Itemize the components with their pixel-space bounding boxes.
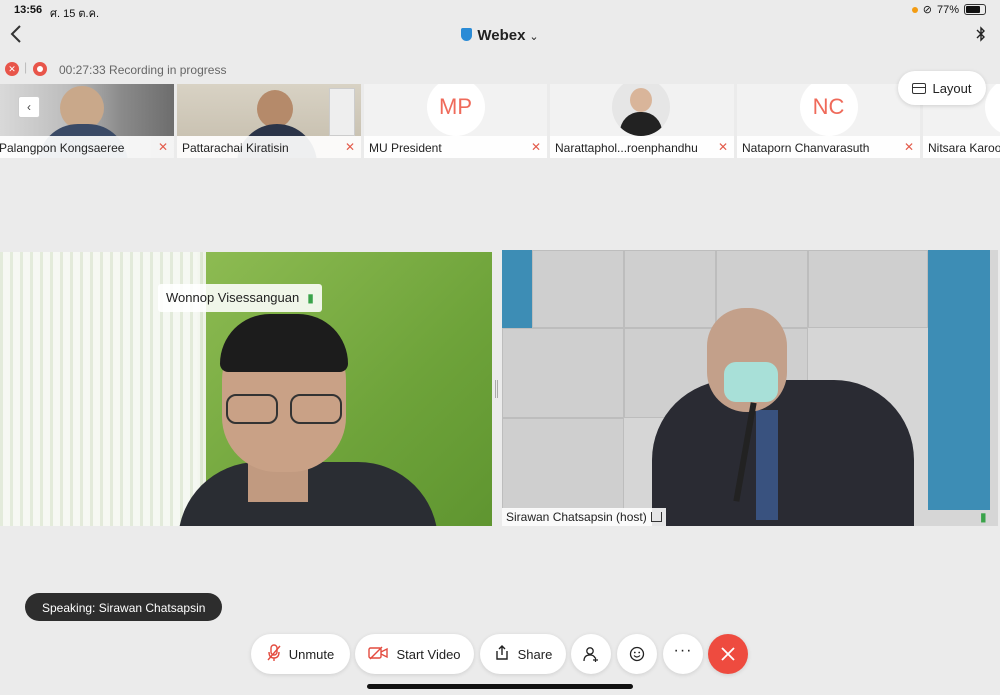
chevron-down-icon: ⌄ [529,31,539,43]
participant-name: Nitsara Karoo [923,136,1000,158]
wall-panel [502,418,624,510]
layout-label: Layout [932,80,972,96]
mic-active-icon: ▮ [980,510,987,524]
participant-name: Nataporn Chanvarasuth [737,136,920,158]
previous-page-button[interactable]: ‹ [18,96,40,118]
avatar-initials [985,84,1000,136]
host-video-mask [724,362,778,402]
speaking-indicator: Speaking: Sirawan Chatsapsin [25,593,223,621]
participant-tile[interactable]: MP MU President ✕ [364,84,547,158]
avatar-photo-face [630,88,652,112]
status-bar: 13:56 ศ. 15 ต.ค. ⊘ 77% [0,0,1000,20]
participants-button[interactable] [571,634,611,674]
share-button[interactable]: Share [480,634,566,674]
layout-icon [912,82,927,94]
participant-strip[interactable]: Palangpon Kongsaeree ✕ Pattarachai Kirat… [0,84,1000,158]
host-video-tie [756,410,778,520]
recording-bar: ✕ | 00:27:33 Recording in progress [0,58,1000,82]
wall-panel [624,250,716,328]
app-title: Webex [477,27,526,44]
share-icon [494,644,510,664]
recording-status: 00:27:33 Recording in progress [59,63,227,77]
participants-icon [583,647,598,662]
wall-panel [532,250,624,328]
end-call-icon [721,647,735,661]
host-video-body [652,380,914,526]
mic-muted-icon [267,643,281,665]
participant-tile[interactable]: Pattarachai Kiratisin ✕ [177,84,361,158]
video-name-tag: Wonnop Visessanguan ▮ [158,284,322,312]
muted-mic-icon: ✕ [530,140,541,154]
more-button[interactable]: ··· [663,634,703,674]
meeting-controls: Unmute Start Video Share ··· [0,632,1000,676]
link-icon: ⊘ [922,4,932,16]
muted-mic-icon: ✕ [157,140,168,154]
participant-name: Palangpon Kongsaeree [0,136,174,158]
muted-mic-icon: ✕ [903,140,914,154]
shield-icon [461,28,473,41]
video-divider-handle[interactable] [495,380,498,398]
meeting-title[interactable]: Webex ⌄ [0,27,1000,44]
status-right: ⊘ 77% [911,3,986,16]
participant-name: Narattaphol...roenphandhu [550,136,734,158]
participant-name: Pattarachai Kiratisin [177,136,361,158]
record-icon[interactable] [33,62,47,76]
video-off-icon [368,646,389,663]
speaker-video-glasses-right [290,394,342,424]
wall-panel-blue [928,250,990,510]
avatar-photo [612,84,670,136]
avatar-initials: NC [799,84,858,136]
mic-in-use-indicator [911,6,918,13]
muted-mic-icon: ✕ [717,140,728,154]
battery-icon [964,4,986,15]
participant-tile[interactable]: Narattaphol...roenphandhu ✕ [550,84,734,158]
speaker-video-glasses-left [226,394,278,424]
wall-panel [502,328,624,418]
start-video-button[interactable]: Start Video [355,634,474,674]
participant-video-face [257,90,293,128]
avatar-photo-suit [620,112,662,136]
muted-mic-icon: ✕ [344,140,355,154]
wall-panel [808,250,928,328]
participant-tile[interactable]: NC Nataporn Chanvarasuth ✕ [737,84,920,158]
participant-name: MU President [364,136,547,158]
unmute-label: Unmute [288,646,335,662]
more-icon: ··· [673,642,693,659]
layout-button[interactable]: Layout [898,71,986,105]
status-time: 13:56 [14,4,43,16]
avatar-initials: MP [426,84,485,136]
nav-bar: Webex ⌄ [0,20,1000,54]
video-name-tag: Sirawan Chatsapsin (host) [502,508,666,526]
main-video-right[interactable] [502,250,998,526]
participant-video-shelf [329,88,355,136]
muted-mic-icon[interactable]: ✕ [5,62,19,76]
share-label: Share [517,646,553,662]
host-name: Sirawan Chatsapsin (host) [506,510,647,524]
speaker-name: Wonnop Visessanguan [166,290,300,305]
sharing-icon [650,512,662,522]
reactions-button[interactable] [617,634,657,674]
end-call-button[interactable] [708,634,748,674]
bluetooth-icon[interactable] [976,26,986,46]
separator: | [24,60,28,74]
start-video-label: Start Video [396,646,461,662]
reactions-icon [629,646,645,662]
mic-active-icon: ▮ [307,291,314,305]
battery-percent: 77% [936,3,959,16]
wall-panel-blue [502,250,532,328]
unmute-button[interactable]: Unmute [251,634,350,674]
home-indicator[interactable] [367,684,633,689]
